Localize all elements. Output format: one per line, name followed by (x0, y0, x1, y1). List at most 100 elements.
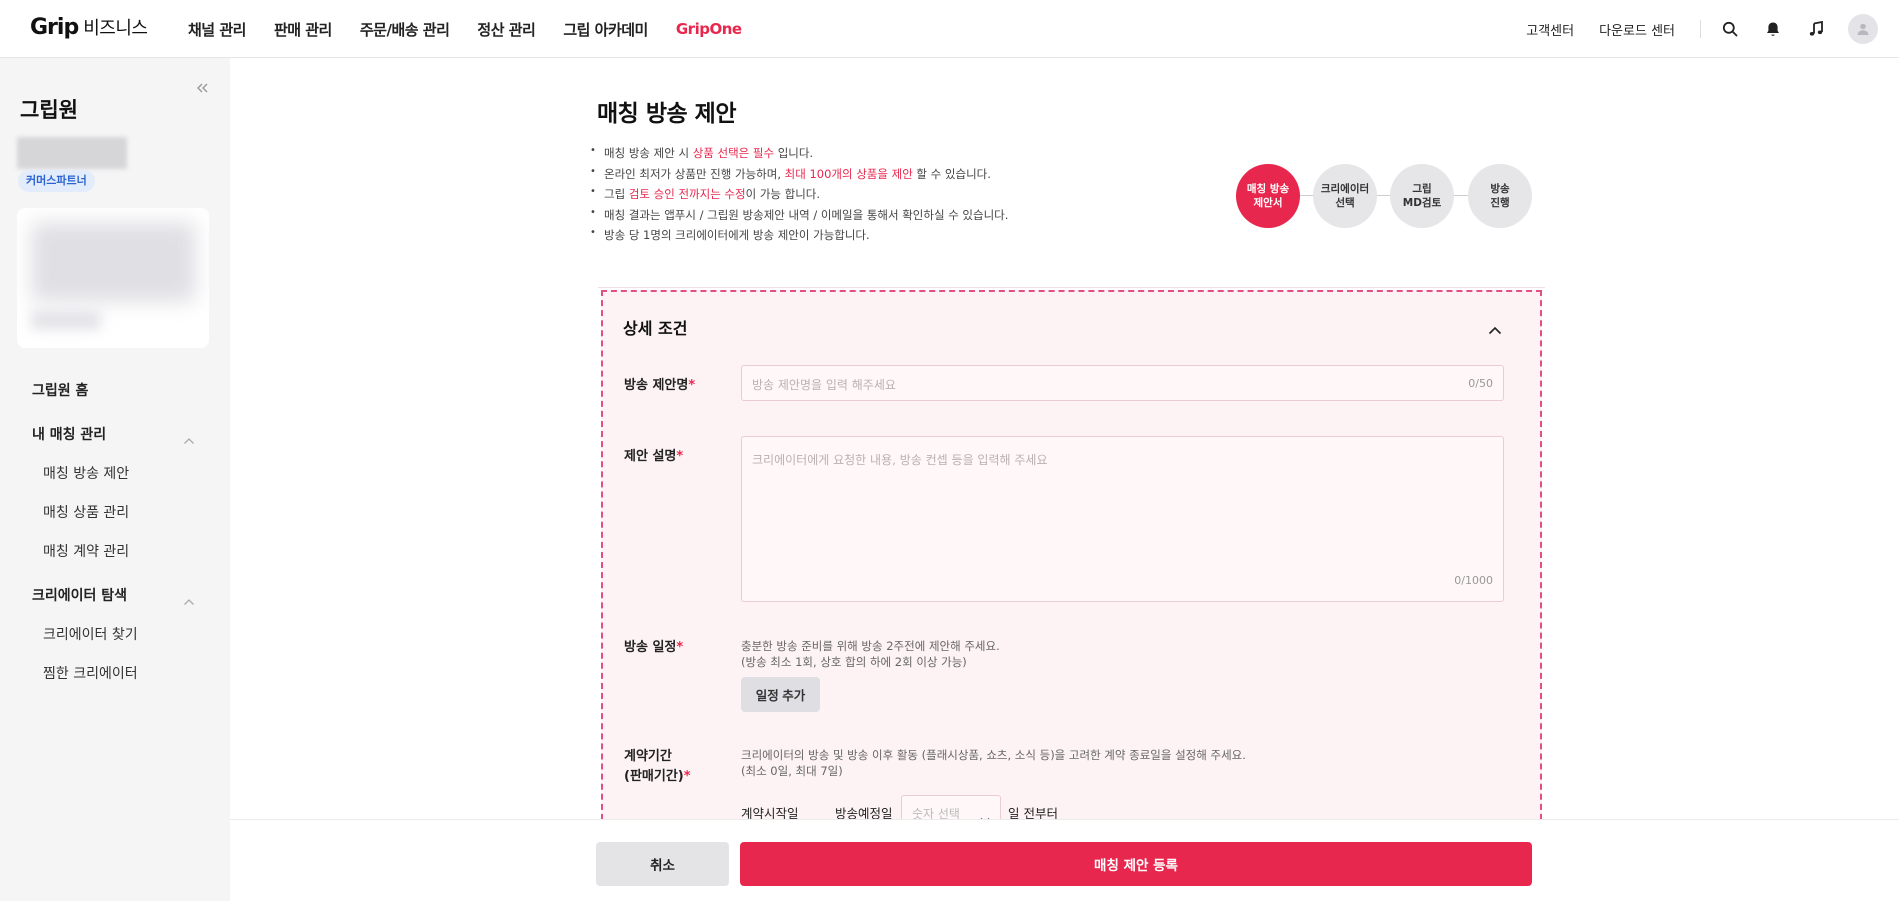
download-center-link[interactable]: 다운로드 센터 (1599, 20, 1675, 39)
chevron-down-icon (980, 809, 990, 824)
notice-list: 매칭 방송 제안 시 상품 선택은 필수 입니다. 온라인 최저가 상품만 진행… (590, 145, 1008, 248)
notice-text: 이 가능 합니다. (745, 187, 821, 202)
logo-suffix: 비즈니스 (83, 18, 148, 39)
header-right: 고객센터 다운로드 센터 (1526, 0, 1899, 58)
notice-highlight: 검토 승인 전까지는 수정 (628, 187, 746, 202)
nav-order-shipping-management[interactable]: 주문/배송 관리 (360, 19, 450, 40)
proposal-description-label: 제안 설명* (624, 447, 683, 467)
step-label: 그립 (1412, 182, 1432, 195)
step-label: MD검토 (1402, 197, 1442, 209)
required-mark: * (676, 640, 684, 655)
sidebar: 그립원 커머스파트너 그립원 홈 내 매칭 관리 매칭 방송 제안 매칭 상품 … (0, 58, 230, 901)
required-mark: * (688, 378, 696, 393)
label-text: (판매기간) (624, 769, 684, 785)
nav-sales-management[interactable]: 판매 관리 (274, 19, 332, 40)
partner-badge: 커머스파트너 (18, 170, 95, 192)
required-mark: * (676, 449, 684, 464)
main-nav: 채널 관리 판매 관리 주문/배송 관리 정산 관리 그립 아카데미 GripO… (188, 0, 770, 58)
broadcast-title-label: 방송 제안명* (624, 376, 695, 396)
header-divider (1700, 20, 1701, 38)
input-placeholder: 방송 제안명을 입력 해주세요 (752, 378, 896, 392)
broadcast-title-input[interactable]: 방송 제안명을 입력 해주세요 0/50 (741, 365, 1504, 401)
step-label: 매칭 방송 (1246, 182, 1290, 195)
helper-line: 충분한 방송 준비를 위해 방송 2주전에 제안해 주세요. (741, 639, 1000, 653)
helper-line: 크리에이터의 방송 및 방송 이후 활동 (플래시상품, 쇼츠, 소식 등)을 … (741, 748, 1246, 762)
sidebar-item-gripone-home[interactable]: 그립원 홈 (32, 380, 88, 400)
step-label: 방송 (1490, 182, 1510, 195)
sidebar-title: 그립원 (20, 98, 78, 122)
blurred-account-name (17, 137, 127, 169)
sidebar-item-liked-creators[interactable]: 찜한 크리에이터 (43, 663, 138, 683)
step-label: 제안서 (1253, 197, 1283, 209)
bell-icon[interactable] (1762, 18, 1784, 40)
textarea-placeholder: 크리에이터에게 요청한 내용, 방송 컨셉 등을 입력해 주세요 (752, 453, 1048, 467)
grip-business-logo[interactable]: Grip 비즈니스 (30, 14, 148, 40)
sidebar-item-matching-broadcast-proposal[interactable]: 매칭 방송 제안 (43, 463, 129, 483)
section-title: 상세 조건 (623, 319, 688, 338)
char-counter: 0/1000 (1454, 574, 1493, 587)
notice-text: 할 수 있습니다. (912, 166, 991, 181)
label-text: 제안 설명 (624, 449, 677, 464)
form-top-divider (598, 287, 1545, 288)
sidebar-item-find-creator[interactable]: 크리에이터 찾기 (43, 624, 138, 644)
nav-gripone[interactable]: GripOne (676, 20, 742, 38)
helper-line: (방송 최소 1회, 상호 합의 하에 2회 이상 가능) (741, 655, 967, 670)
progress-steps: 매칭 방송제안서 크리에이터선택 그립 MD검토 방송진행 (1236, 164, 1532, 228)
notice-item: 매칭 결과는 앱푸시 / 그립원 방송제안 내역 / 이메일을 통해서 확인하실… (590, 207, 1008, 228)
required-mark: * (683, 769, 691, 785)
customer-center-link[interactable]: 고객센터 (1526, 20, 1574, 39)
notice-text: 온라인 최저가 상품만 진행 가능하며, (604, 166, 785, 181)
broadcast-schedule-label: 방송 일정* (624, 638, 683, 658)
add-schedule-button[interactable]: 일정 추가 (741, 677, 820, 712)
nav-channel-management[interactable]: 채널 관리 (188, 19, 246, 40)
notice-item: 방송 당 1명의 크리에이터에게 방송 제안이 가능합니다. (590, 227, 1008, 248)
top-navigation-bar: Grip 비즈니스 채널 관리 판매 관리 주문/배송 관리 정산 관리 그립 … (0, 0, 1899, 58)
notice-item: 매칭 방송 제안 시 상품 선택은 필수 입니다. (590, 145, 1008, 166)
sidebar-item-matching-contract-management[interactable]: 매칭 계약 관리 (43, 541, 129, 561)
notice-text: 입니다. (774, 146, 814, 160)
notice-text: 방송 당 1명의 크리에이터에게 방송 제안이 가능합니다. (604, 228, 870, 243)
contract-period-label: 계약기간 (판매기간)* (624, 747, 691, 787)
nav-grip-academy[interactable]: 그립 아카데미 (563, 19, 648, 40)
music-note-icon[interactable] (1805, 18, 1827, 40)
chevron-up-icon[interactable] (183, 430, 195, 444)
page-title: 매칭 방송 제안 (597, 101, 736, 127)
label-text: 계약기간 (624, 749, 672, 764)
schedule-helper-text: 충분한 방송 준비를 위해 방송 2주전에 제안해 주세요. (방송 최소 1회… (741, 638, 1000, 670)
label-text: 방송 제안명 (624, 378, 689, 393)
nav-settlement-management[interactable]: 정산 관리 (477, 19, 535, 40)
step-md-review: 그립 MD검토 (1390, 164, 1454, 228)
notice-text: 그립 (604, 187, 629, 202)
step-creator-select: 크리에이터선택 (1313, 164, 1377, 228)
blurred-card-content (31, 222, 196, 302)
char-counter: 0/50 (1468, 377, 1493, 390)
helper-line: (최소 0일, 최대 7일) (741, 764, 843, 779)
blurred-profile-card (17, 208, 209, 348)
step-label: 크리에이터 (1320, 182, 1370, 195)
step-label: 선택 (1335, 197, 1355, 209)
collapse-sidebar-icon[interactable] (195, 80, 209, 94)
contract-helper-text: 크리에이터의 방송 및 방송 이후 활동 (플래시상품, 쇼츠, 소식 등)을 … (741, 747, 1246, 779)
step-proposal: 매칭 방송제안서 (1236, 164, 1300, 228)
step-label: 진행 (1490, 197, 1510, 209)
notice-item: 그립 검토 승인 전까지는 수정이 가능 합니다. (590, 186, 1008, 207)
search-icon[interactable] (1719, 18, 1741, 40)
proposal-description-textarea[interactable]: 크리에이터에게 요청한 내용, 방송 컨셉 등을 입력해 주세요 0/1000 (741, 436, 1504, 602)
notice-highlight: 최대 100개의 상품을 제안 (784, 166, 913, 181)
cancel-button[interactable]: 취소 (596, 842, 729, 886)
sidebar-group-my-matching[interactable]: 내 매칭 관리 (32, 424, 106, 444)
sidebar-item-matching-product-management[interactable]: 매칭 상품 관리 (43, 502, 129, 522)
blurred-card-footer (31, 310, 101, 330)
chevron-up-icon[interactable] (1488, 320, 1502, 335)
chevron-up-icon[interactable] (183, 591, 195, 605)
label-text: 방송 일정 (624, 640, 677, 655)
user-avatar-icon[interactable] (1848, 14, 1878, 44)
sidebar-group-creator-explore[interactable]: 크리에이터 탐색 (32, 585, 127, 605)
notice-text: 매칭 방송 제안 시 (604, 146, 693, 160)
notice-text: 매칭 결과는 앱푸시 / 그립원 방송제안 내역 / 이메일을 통해서 확인하실… (604, 207, 1009, 222)
notice-item: 온라인 최저가 상품만 진행 가능하며, 최대 100개의 상품을 제안 할 수… (590, 166, 1008, 187)
submit-matching-proposal-button[interactable]: 매칭 제안 등록 (740, 842, 1532, 886)
notice-highlight: 상품 선택은 필수 (692, 146, 775, 160)
logo-brand: Grip (30, 15, 79, 40)
step-broadcast: 방송진행 (1468, 164, 1532, 228)
